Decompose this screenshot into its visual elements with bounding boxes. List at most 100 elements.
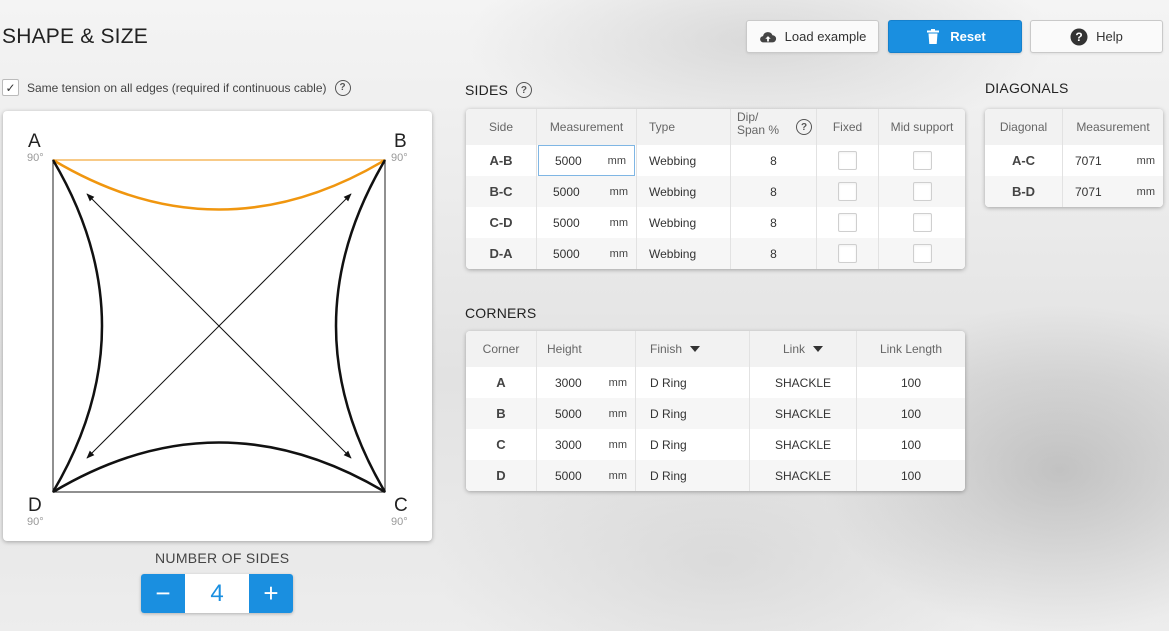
header-diagonal: Diagonal — [985, 109, 1063, 145]
edge-d-a[interactable] — [51, 159, 104, 493]
diagonal-name: A-C — [985, 145, 1063, 176]
diagonal-measurement-cell: 7071 mm — [1063, 176, 1163, 207]
corner-height-input[interactable]: 5000 mm — [537, 460, 636, 491]
table-row: C 3000 mm D Ring SHACKLE 100 — [466, 429, 965, 460]
corner-a-angle: 90° — [27, 152, 44, 164]
side-type[interactable]: Webbing — [637, 145, 731, 176]
increase-sides-button[interactable]: + — [249, 574, 293, 613]
finish-dropdown-icon — [690, 346, 701, 352]
side-measurement-value: 5000 — [553, 184, 580, 199]
header-corner: Corner — [466, 331, 537, 367]
same-tension-checkbox[interactable]: ✓ — [2, 79, 19, 96]
header-dip-span: Dip/ Span % ? — [731, 109, 817, 145]
side-type[interactable]: Webbing — [637, 176, 731, 207]
table-row: B 5000 mm D Ring SHACKLE 100 — [466, 398, 965, 429]
load-example-button[interactable]: Load example — [746, 20, 879, 53]
side-fixed-checkbox[interactable] — [838, 244, 857, 263]
corner-a-label: A — [28, 131, 41, 152]
corner-link-length[interactable]: 100 — [857, 367, 965, 398]
side-mid-support-checkbox[interactable] — [912, 213, 932, 232]
side-measurement-value: 5000 — [553, 246, 580, 261]
sides-table-header: Side Measurement Type Dip/ Span % ? Fixe… — [466, 109, 965, 145]
side-mid-support-checkbox[interactable] — [912, 151, 932, 170]
header-link[interactable]: Link — [750, 331, 857, 367]
number-of-sides-stepper: − 4 + — [141, 574, 293, 613]
corner-link[interactable]: SHACKLE — [750, 398, 857, 429]
corner-c-angle: 90° — [391, 516, 408, 528]
side-mid-support-cell — [879, 238, 965, 269]
shape-preview-panel: A 90° B 90° C 90° D 90° — [3, 111, 432, 541]
side-fixed-checkbox[interactable] — [838, 213, 857, 232]
number-of-sides-value[interactable]: 4 — [185, 574, 249, 613]
corner-link-length[interactable]: 100 — [857, 398, 965, 429]
corner-link-length[interactable]: 100 — [857, 460, 965, 491]
corners-title: CORNERS — [465, 305, 537, 321]
side-mid-support-cell — [879, 176, 965, 207]
corner-finish[interactable]: D Ring — [636, 429, 750, 460]
corner-finish[interactable]: D Ring — [636, 460, 750, 491]
edge-c-d[interactable] — [52, 441, 386, 494]
table-row: B-D 7071 mm — [985, 176, 1163, 207]
corner-height-unit: mm — [608, 376, 627, 389]
edge-a-b[interactable] — [52, 158, 386, 211]
side-mid-support-cell — [879, 207, 965, 238]
table-row: A-B 5000 mm Webbing 8 — [466, 145, 965, 176]
side-dip[interactable]: 8 — [731, 145, 817, 176]
corner-finish[interactable]: D Ring — [636, 367, 750, 398]
side-type[interactable]: Webbing — [637, 207, 731, 238]
side-dip[interactable]: 8 — [731, 207, 817, 238]
corners-table: Corner Height Finish Link Link Length A … — [466, 331, 965, 491]
diagonals-table-body: A-C 7071 mm B-D 7071 mm — [985, 145, 1163, 207]
sides-heading: SIDES ? — [465, 82, 533, 98]
sides-table: Side Measurement Type Dip/ Span % ? Fixe… — [466, 109, 965, 269]
table-row: C-D 5000 mm Webbing 8 — [466, 207, 965, 238]
corner-height-unit: mm — [608, 469, 627, 482]
dip-help-icon[interactable]: ? — [796, 119, 812, 135]
help-button[interactable]: ? Help — [1030, 20, 1163, 53]
side-measurement-input[interactable]: 5000 mm — [538, 145, 635, 176]
corner-height-input[interactable]: 5000 mm — [537, 398, 636, 429]
reset-button[interactable]: Reset — [888, 20, 1022, 53]
side-fixed-checkbox[interactable] — [838, 151, 857, 170]
side-fixed-checkbox[interactable] — [838, 182, 857, 201]
side-mid-support-checkbox[interactable] — [912, 244, 932, 263]
side-dip[interactable]: 8 — [731, 238, 817, 269]
corners-table-body: A 3000 mm D Ring SHACKLE 100 B 5000 mm D… — [466, 367, 965, 491]
side-measurement-input[interactable]: 5000 mm — [537, 176, 636, 207]
table-row: D 5000 mm D Ring SHACKLE 100 — [466, 460, 965, 491]
sides-help-icon[interactable]: ? — [516, 82, 533, 98]
corner-name: B — [466, 398, 537, 429]
side-dip[interactable]: 8 — [731, 176, 817, 207]
help-label: Help — [1096, 29, 1123, 44]
corner-link[interactable]: SHACKLE — [750, 367, 857, 398]
corner-link[interactable]: SHACKLE — [750, 429, 857, 460]
edge-b-c[interactable] — [334, 159, 387, 493]
diagonals-heading: DIAGONALS — [985, 80, 1069, 96]
side-measurement-value: 5000 — [555, 153, 582, 168]
side-measurement-input[interactable]: 5000 mm — [537, 207, 636, 238]
corner-link-length[interactable]: 100 — [857, 429, 965, 460]
corner-height-input[interactable]: 3000 mm — [537, 367, 636, 398]
corner-d-angle: 90° — [27, 516, 44, 528]
header-mid-support: Mid support — [890, 120, 954, 134]
corner-height-input[interactable]: 3000 mm — [537, 429, 636, 460]
side-measurement-input[interactable]: 5000 mm — [537, 238, 636, 269]
diagonals-title: DIAGONALS — [985, 80, 1069, 96]
corner-height-unit: mm — [608, 438, 627, 451]
corner-name: C — [466, 429, 537, 460]
corner-d-label: D — [28, 495, 42, 516]
tension-help-icon[interactable]: ? — [334, 79, 351, 96]
table-row: A-C 7071 mm — [985, 145, 1163, 176]
side-fixed-cell — [817, 207, 879, 238]
header-finish[interactable]: Finish — [636, 331, 750, 367]
side-name: A-B — [466, 145, 537, 176]
side-mid-support-checkbox[interactable] — [912, 182, 932, 201]
side-measurement-unit: mm — [609, 216, 628, 229]
trash-icon — [924, 28, 942, 46]
corner-finish[interactable]: D Ring — [636, 398, 750, 429]
corner-link[interactable]: SHACKLE — [750, 460, 857, 491]
decrease-sides-button[interactable]: − — [141, 574, 185, 613]
side-type[interactable]: Webbing — [637, 238, 731, 269]
reset-label: Reset — [950, 29, 986, 44]
header-fixed: Fixed — [817, 109, 879, 145]
